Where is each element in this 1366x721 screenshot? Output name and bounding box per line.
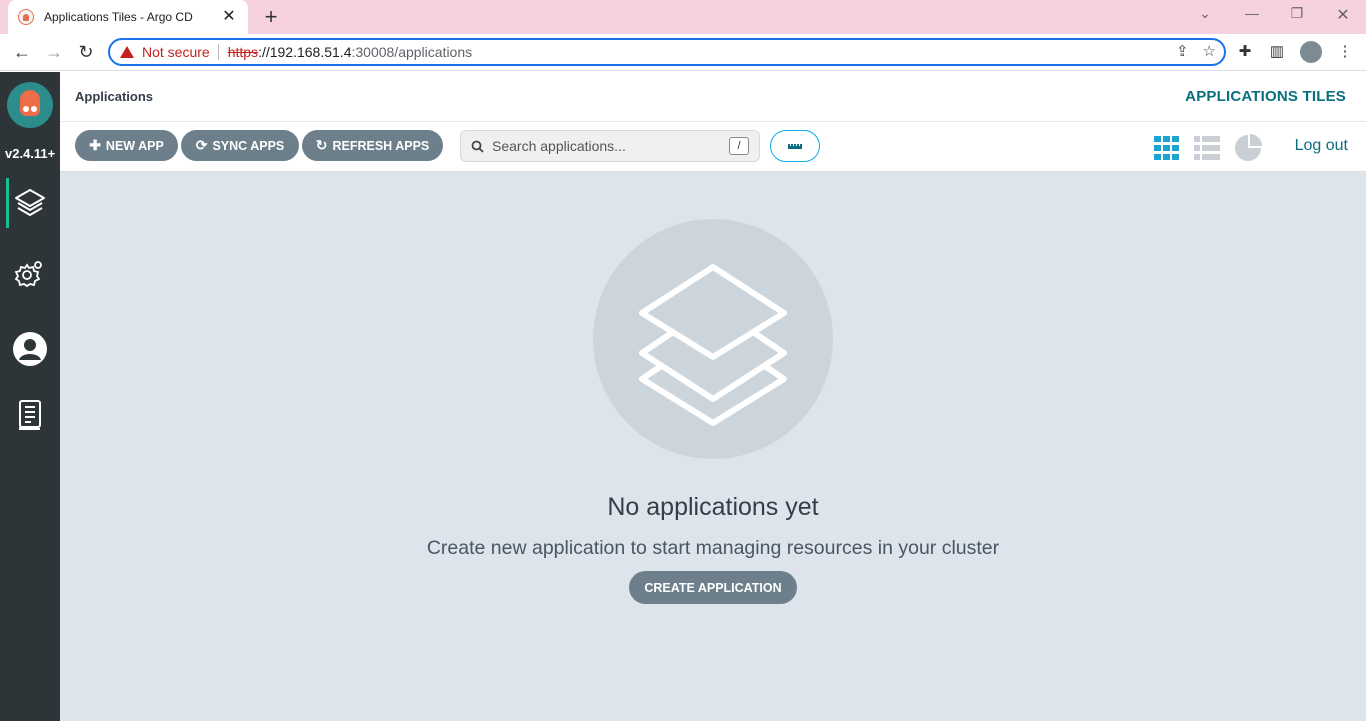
sync-apps-button[interactable]: ⟳ SYNC APPS bbox=[181, 130, 299, 161]
address-separator bbox=[217, 44, 219, 60]
browser-toolbar: ← → ↻ Not secure https://192.168.51.4:30… bbox=[0, 34, 1366, 71]
sidebar-item-user-info[interactable] bbox=[0, 324, 60, 374]
window-close-icon[interactable]: ✕ bbox=[1331, 5, 1355, 25]
refresh-apps-button[interactable]: ↻ REFRESH APPS bbox=[302, 130, 443, 161]
browser-tab-strip: Applications Tiles - Argo CD ✕ + ⌄ — ❐ ✕ bbox=[0, 0, 1366, 34]
sidebar-item-applications[interactable] bbox=[0, 178, 60, 228]
action-bar: ✚ NEW APP ⟳ SYNC APPS ↻ REFRESH APPS / bbox=[60, 122, 1366, 172]
search-shortcut-hint: / bbox=[729, 137, 749, 155]
sidebar-item-settings[interactable] bbox=[0, 248, 60, 298]
refresh-apps-label: REFRESH APPS bbox=[332, 138, 430, 153]
argo-logo[interactable] bbox=[7, 82, 53, 128]
warning-icon bbox=[120, 46, 134, 58]
sidebar: v2.4.11+ bbox=[0, 72, 60, 721]
not-secure-label[interactable]: Not secure bbox=[142, 44, 210, 60]
url-path: :30008/applications bbox=[351, 44, 473, 60]
url-scheme: https bbox=[227, 44, 259, 60]
main-content: No applications yet Create new applicati… bbox=[60, 172, 1366, 721]
breadcrumb[interactable]: Applications bbox=[75, 89, 153, 104]
browser-menu-icon[interactable]: ⋮ bbox=[1336, 43, 1354, 61]
search-input[interactable] bbox=[492, 138, 712, 154]
search-icon bbox=[471, 140, 484, 153]
pie-chart-view-icon[interactable] bbox=[1234, 134, 1262, 162]
sidebar-item-documentation[interactable] bbox=[0, 390, 60, 440]
tab-search-chevron-icon[interactable]: ⌄ bbox=[1193, 5, 1217, 22]
empty-state-title: No applications yet bbox=[607, 493, 819, 521]
back-icon[interactable]: ← bbox=[10, 40, 34, 64]
tiles-view-icon[interactable] bbox=[1154, 136, 1180, 160]
docs-icon bbox=[19, 400, 41, 430]
new-tab-button[interactable]: + bbox=[260, 6, 282, 28]
page-header: Applications APPLICATIONS TILES bbox=[60, 72, 1366, 122]
page-title: APPLICATIONS TILES bbox=[1185, 88, 1346, 105]
new-app-label: NEW APP bbox=[105, 138, 164, 153]
sync-icon: ⟳ bbox=[195, 137, 208, 153]
forward-icon[interactable]: → bbox=[42, 40, 66, 64]
browser-tab[interactable]: Applications Tiles - Argo CD ✕ bbox=[8, 0, 248, 34]
plus-icon: ✚ bbox=[89, 137, 101, 153]
search-box: / bbox=[460, 130, 760, 162]
tab-title: Applications Tiles - Argo CD bbox=[44, 10, 193, 24]
profile-avatar[interactable] bbox=[1300, 41, 1322, 63]
new-app-button[interactable]: ✚ NEW APP bbox=[75, 130, 178, 161]
empty-state-illustration bbox=[593, 219, 833, 459]
url-host: ://192.168.51.4 bbox=[258, 44, 352, 60]
side-panel-icon[interactable]: ▥ bbox=[1268, 43, 1286, 61]
ruler-icon bbox=[788, 144, 802, 149]
version-label: v2.4.11+ bbox=[5, 146, 56, 161]
share-icon[interactable]: ⇪ bbox=[1176, 42, 1189, 60]
gear-icon bbox=[14, 261, 42, 288]
address-bar[interactable]: Not secure https://192.168.51.4:30008/ap… bbox=[108, 38, 1226, 66]
refresh-icon: ↻ bbox=[315, 137, 328, 153]
argo-mascot-icon bbox=[20, 90, 40, 116]
reload-icon[interactable]: ↻ bbox=[74, 40, 98, 64]
logout-link[interactable]: Log out bbox=[1295, 137, 1348, 155]
layers-icon bbox=[15, 189, 45, 216]
user-icon bbox=[13, 332, 47, 366]
create-application-button[interactable]: CREATE APPLICATION bbox=[629, 571, 797, 604]
minimize-icon[interactable]: — bbox=[1240, 5, 1264, 21]
extensions-puzzle-icon[interactable]: ✚ bbox=[1236, 43, 1254, 61]
list-view-icon[interactable] bbox=[1194, 136, 1220, 160]
empty-state-subtitle: Create new application to start managing… bbox=[426, 537, 1000, 559]
argo-favicon-icon bbox=[18, 9, 34, 25]
sync-apps-label: SYNC APPS bbox=[212, 138, 285, 153]
layers-icon bbox=[639, 264, 787, 426]
restore-icon[interactable]: ❐ bbox=[1285, 5, 1309, 22]
filters-toggle-button[interactable] bbox=[770, 130, 820, 162]
tab-close-icon[interactable]: ✕ bbox=[220, 8, 238, 26]
bookmark-star-icon[interactable]: ☆ bbox=[1203, 42, 1216, 60]
